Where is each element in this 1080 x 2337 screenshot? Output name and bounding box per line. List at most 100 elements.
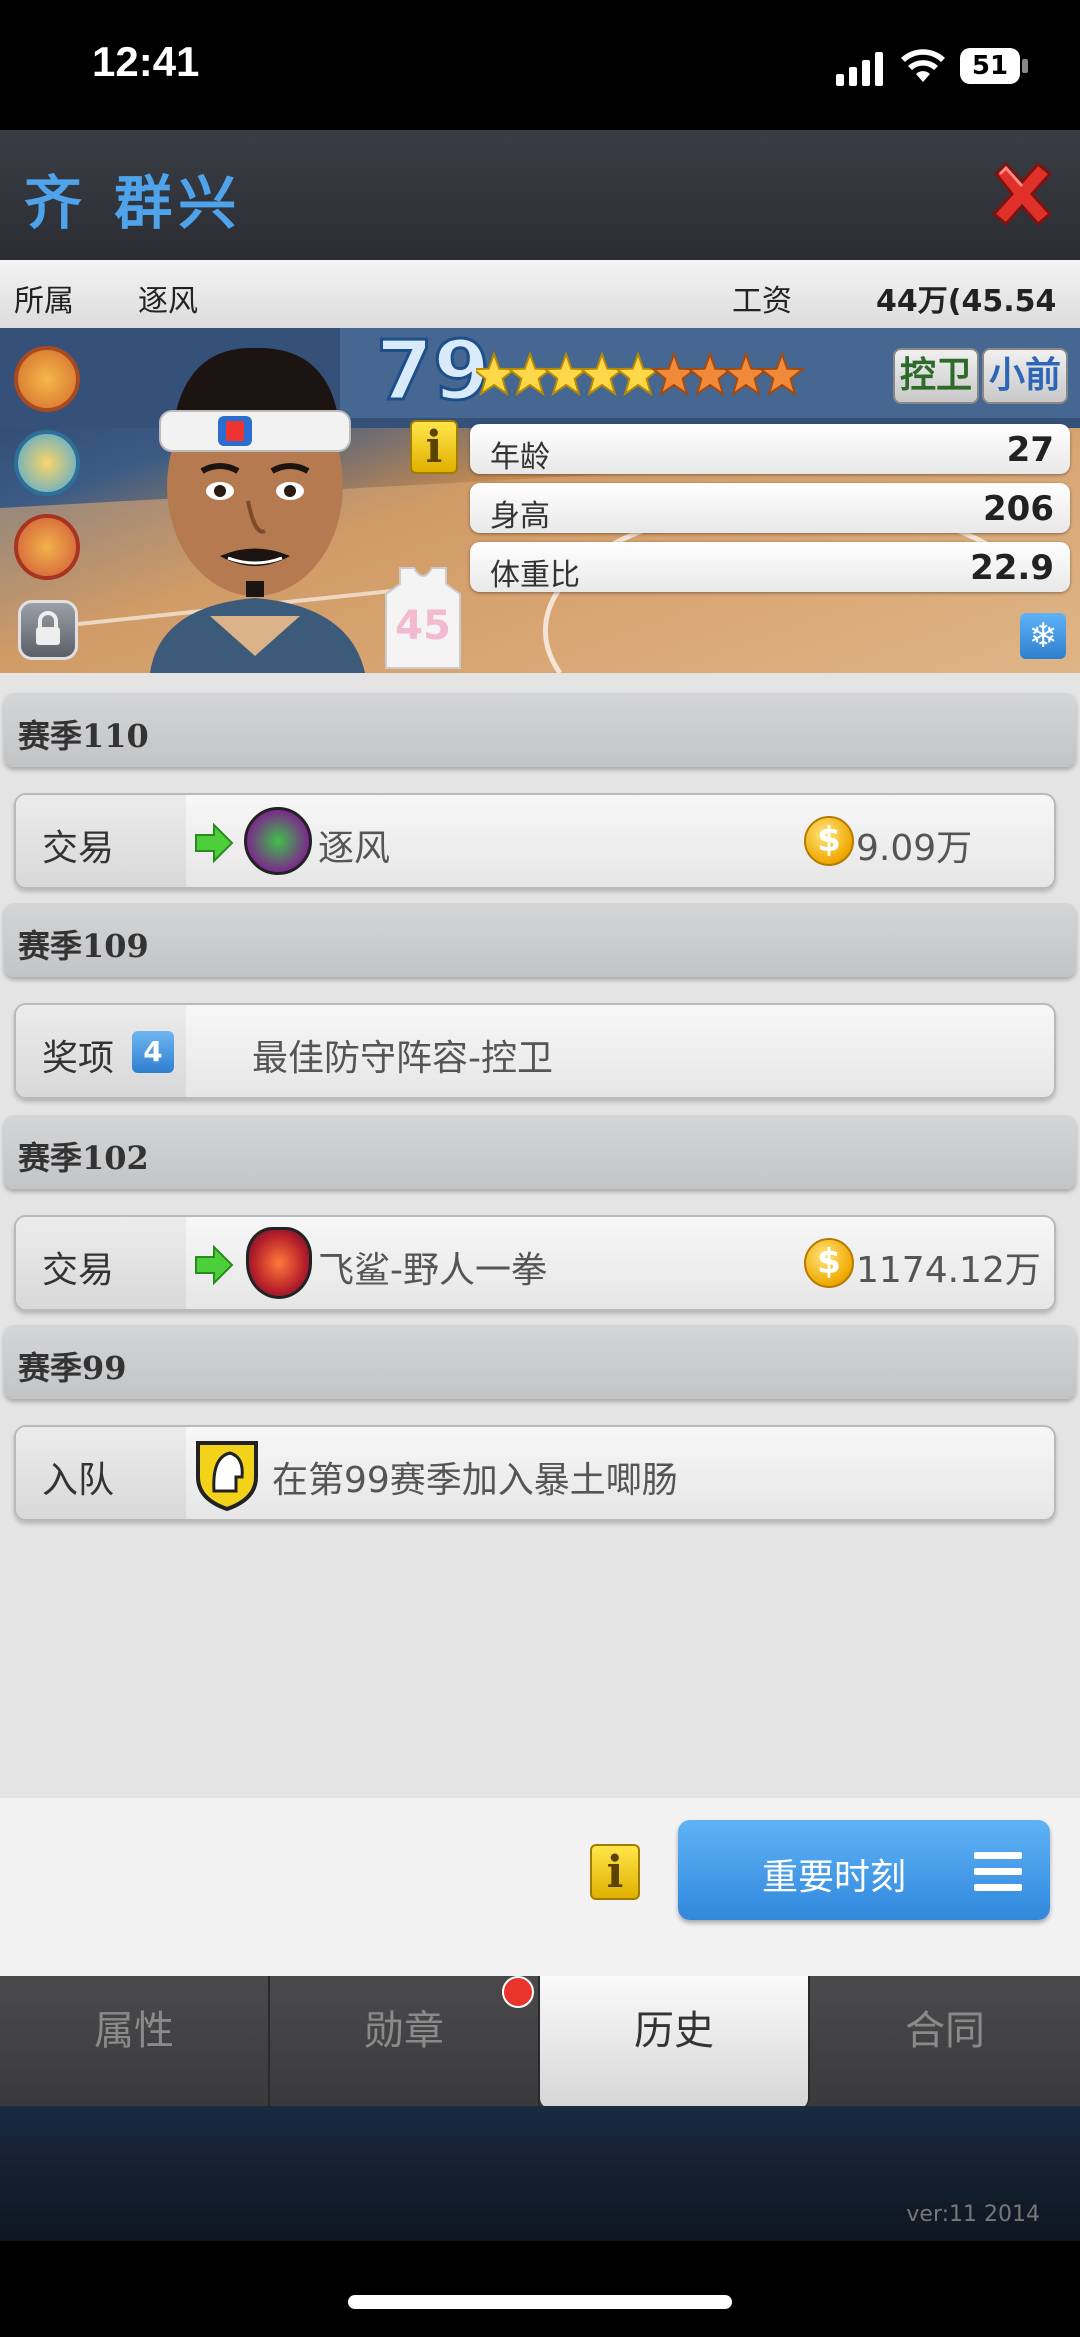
position-secondary-label: 小前: [988, 355, 1061, 396]
tab-label: 合同: [905, 2008, 985, 2054]
entry-text: 飞鲨-野人一拳: [318, 1250, 547, 1291]
arrow-right-icon: [195, 823, 234, 863]
history-entry-trade[interactable]: 交易 飞鲨-野人一拳 $ 1174.12万: [14, 1215, 1056, 1311]
battery-indicator: 51: [960, 48, 1020, 84]
tab-bar: 属性 勋章 历史 合同: [0, 1976, 1080, 2108]
player-info-icon[interactable]: i: [410, 420, 458, 474]
status-time: 12:41: [92, 38, 200, 85]
star-gold-icon: [578, 351, 626, 397]
tab-label: 勋章: [364, 2008, 444, 2054]
version-label: ver:11 2014: [906, 2202, 1040, 2227]
signal-icon: [836, 52, 883, 86]
history-entry-trade[interactable]: 交易 逐风 $ 9.09万: [14, 793, 1056, 889]
entry-type-label: 入队: [42, 1460, 115, 1501]
season-title: 赛季110: [18, 717, 149, 755]
history-entry-award[interactable]: 奖项 4 最佳防守阵容-控卫: [14, 1003, 1056, 1099]
trait-badge-3-icon[interactable]: [14, 514, 80, 580]
star-orange-icon: [722, 351, 770, 397]
award-count-badge: 4: [132, 1031, 174, 1073]
star-rating: [470, 342, 806, 406]
history-info-icon[interactable]: i: [590, 1844, 640, 1900]
star-orange-icon: [686, 351, 734, 397]
bottom-action-bar: i 重要时刻: [0, 1798, 1080, 1976]
position-tag-primary: 控卫: [893, 348, 979, 404]
stat-weight-ratio-label: 体重比: [490, 558, 580, 593]
entry-type-label: 交易: [42, 1250, 115, 1291]
season-title: 赛季99: [18, 1349, 127, 1387]
team-label: 所属: [14, 284, 74, 319]
important-moments-button[interactable]: 重要时刻: [678, 1820, 1050, 1920]
star-orange-icon: [650, 351, 698, 397]
trait-badge-1-icon[interactable]: [14, 346, 80, 412]
stat-row-weight-ratio: 体重比 22.9: [470, 542, 1070, 593]
battery-level: 51: [971, 51, 1009, 81]
season-header: 赛季102: [4, 1115, 1076, 1189]
position-primary-label: 控卫: [899, 355, 972, 396]
stat-weight-ratio-value: 22.9: [970, 548, 1054, 588]
entry-type-cell: 交易: [16, 1217, 186, 1309]
history-list: 赛季110 交易 逐风 $ 9.09万 赛季109 奖项 4 最佳防守阵容-控卫…: [0, 673, 1080, 1798]
tab-badges[interactable]: 勋章: [270, 1976, 540, 2106]
star-orange-icon: [758, 351, 806, 397]
spartan-helmet-logo-icon: [196, 1441, 258, 1511]
menu-icon: [974, 1852, 1022, 1891]
coin-icon: $: [804, 816, 854, 866]
entry-type-cell: 交易: [16, 795, 186, 887]
beast-team-logo-icon: [246, 1227, 312, 1299]
season-header: 赛季110: [4, 693, 1076, 767]
player-info-bar: 所属 逐风 工资 44万(45.54万): [0, 260, 1080, 363]
snowflake-icon[interactable]: ❄: [1020, 613, 1066, 659]
tab-attributes[interactable]: 属性: [0, 1976, 270, 2106]
lock-icon[interactable]: [18, 600, 78, 660]
season-header: 赛季109: [4, 903, 1076, 977]
jersey-number: 45: [395, 603, 451, 649]
arrow-right-icon: [195, 1245, 234, 1285]
wifi-icon: [901, 49, 945, 82]
award-count: 4: [143, 1035, 163, 1068]
player-card: 45 79 控卫 小前 i 年龄 27 身高 206 体重比 22.9 ❄: [0, 328, 1080, 673]
entry-amount: 9.09万: [856, 828, 973, 869]
battery-tip: [1022, 59, 1028, 73]
overall-rating: 79: [374, 328, 491, 421]
tab-contract[interactable]: 合同: [810, 1976, 1080, 2106]
status-bar: 12:41 51: [0, 0, 1080, 130]
entry-type-label: 奖项: [42, 1038, 115, 1079]
stat-height-label: 身高: [490, 499, 550, 534]
entry-type-cell: 入队: [16, 1427, 186, 1519]
close-icon[interactable]: [986, 158, 1058, 230]
season-title: 赛季109: [18, 927, 149, 965]
shark-team-logo-icon: [244, 807, 312, 875]
home-indicator[interactable]: [348, 2295, 732, 2309]
notification-dot: [502, 1976, 534, 2008]
position-tag-secondary: 小前: [982, 348, 1068, 404]
tab-label: 属性: [94, 2008, 174, 2054]
stat-row-height: 身高 206: [470, 483, 1070, 534]
coin-icon: $: [804, 1238, 854, 1288]
history-entry-join[interactable]: 入队 在第99赛季加入暴土唧肠: [14, 1425, 1056, 1521]
stat-age-value: 27: [1006, 430, 1054, 470]
star-gold-icon: [506, 351, 554, 397]
salary-label: 工资: [732, 284, 792, 319]
player-avatar: [150, 347, 365, 673]
entry-text: 在第99赛季加入暴土唧肠: [272, 1460, 678, 1501]
star-gold-icon: [542, 351, 590, 397]
season-title: 赛季102: [18, 1139, 149, 1177]
season-header: 赛季99: [4, 1325, 1076, 1399]
entry-text: 最佳防守阵容-控卫: [252, 1038, 553, 1079]
moments-button-label: 重要时刻: [762, 1857, 907, 1898]
star-gold-icon: [614, 351, 662, 397]
title-bar: 齐 群兴: [0, 130, 1080, 260]
background-nav: ver:11 2014: [0, 2106, 1080, 2241]
stat-row-age: 年龄 27: [470, 424, 1070, 475]
team-name: 逐风: [138, 284, 198, 319]
entry-text: 逐风: [318, 828, 391, 869]
trait-badge-2-icon[interactable]: [14, 430, 80, 496]
stat-age-label: 年龄: [490, 440, 550, 475]
star-gold-icon: [470, 351, 518, 397]
entry-type-label: 交易: [42, 828, 115, 869]
tab-label: 历史: [634, 2008, 714, 2054]
stat-height-value: 206: [983, 489, 1054, 529]
tab-history[interactable]: 历史: [540, 1976, 810, 2108]
entry-amount: 1174.12万: [856, 1250, 1041, 1291]
player-name: 齐 群兴: [24, 169, 243, 237]
